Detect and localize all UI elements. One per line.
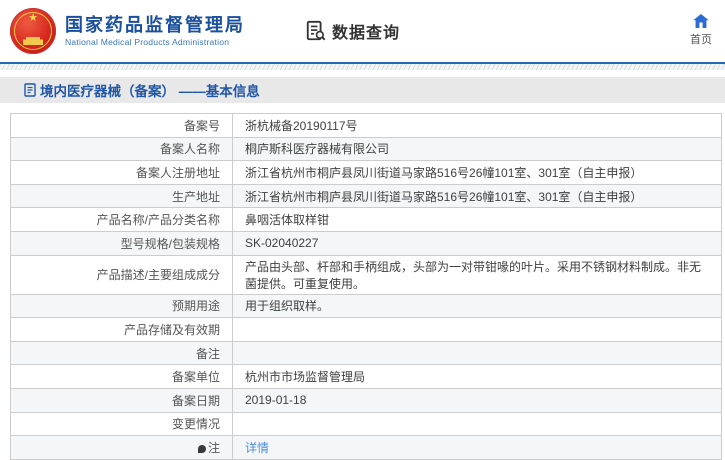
table-row: 注详情 bbox=[10, 435, 722, 460]
brand-subtitle: National Medical Products Administration bbox=[65, 37, 230, 47]
row-value: 浙江省杭州市桐庐县凤川街道马家路516号26幢101室、301室（自主申报） bbox=[232, 183, 722, 209]
row-value bbox=[232, 411, 722, 437]
row-value: 鼻咽活体取样钳 bbox=[232, 207, 722, 232]
brand-title: 国家药品监督管理局 bbox=[65, 15, 245, 35]
table-row: 产品描述/主要组成成分 产品由头部、杆部和手柄组成，头部为一对带钳喙的叶片。采用不… bbox=[10, 254, 722, 295]
note-dot-icon bbox=[197, 444, 206, 453]
row-label: 预期用途 bbox=[10, 293, 233, 319]
row-value: 杭州市市场监督管理局 bbox=[232, 364, 722, 389]
nav-data-query[interactable]: 数据查询 bbox=[305, 19, 400, 43]
row-label: 备案单位 bbox=[10, 364, 233, 389]
row-label: 产品描述/主要组成成分 bbox=[10, 254, 233, 295]
details-link[interactable]: 详情 bbox=[245, 441, 269, 455]
page-header: 国家药品监督管理局 National Medical Products Admi… bbox=[0, 0, 725, 62]
row-label: 产品名称/产品分类名称 bbox=[10, 207, 233, 232]
row-value: 2019-01-18 bbox=[232, 387, 722, 413]
table-row: 备注 bbox=[10, 340, 722, 366]
row-label: 产品存储及有效期 bbox=[10, 317, 233, 342]
table-row: 备案单位 杭州市市场监督管理局 bbox=[10, 364, 722, 389]
table-row: 备案日期 2019-01-18 bbox=[10, 387, 722, 413]
home-button[interactable]: 首页 bbox=[684, 14, 718, 48]
table-row: 生产地址 浙江省杭州市桐庐县凤川街道马家路516号26幢101室、301室（自主申… bbox=[10, 183, 722, 209]
row-label: 备注 bbox=[10, 340, 233, 366]
row-label: 备案人名称 bbox=[10, 136, 233, 162]
row-label: 生产地址 bbox=[10, 183, 233, 209]
table-row: 备案号 浙杭械备20190117号 bbox=[10, 113, 722, 138]
table-row: 预期用途 用于组织取样。 bbox=[10, 293, 722, 319]
row-value: 浙江省杭州市桐庐县凤川街道马家路516号26幢101室、301室（自主申报） bbox=[232, 160, 722, 185]
table-row: 备案人注册地址 浙江省杭州市桐庐县凤川街道马家路516号26幢101室、301室（… bbox=[10, 160, 722, 185]
table-row: 型号规格/包装规格 SK-02040227 bbox=[10, 230, 722, 256]
table-row: 产品名称/产品分类名称 鼻咽活体取样钳 bbox=[10, 207, 722, 232]
row-label: 注 bbox=[10, 435, 233, 460]
national-emblem-logo bbox=[10, 8, 56, 54]
row-label: 备案号 bbox=[10, 113, 233, 138]
page-doc-icon bbox=[24, 83, 36, 97]
row-label: 备案人注册地址 bbox=[10, 160, 233, 185]
table-row: 备案人名称 桐庐斯科医疗器械有限公司 bbox=[10, 136, 722, 162]
row-value bbox=[232, 317, 722, 342]
table-row: 产品存储及有效期 bbox=[10, 317, 722, 342]
row-label: 备案日期 bbox=[10, 387, 233, 413]
section-title-bar: 境内医疗器械（备案） ——基本信息 bbox=[0, 77, 725, 103]
home-icon bbox=[693, 14, 709, 28]
document-search-icon bbox=[306, 20, 326, 41]
row-value: 浙杭械备20190117号 bbox=[232, 113, 722, 138]
row-label: 型号规格/包装规格 bbox=[10, 230, 233, 256]
row-value: SK-02040227 bbox=[232, 230, 722, 256]
home-label: 首页 bbox=[690, 34, 712, 46]
row-label: 变更情况 bbox=[10, 411, 233, 437]
row-value: 详情 bbox=[232, 435, 722, 460]
table-row: 变更情况 bbox=[10, 411, 722, 437]
nav-data-query-label: 数据查询 bbox=[332, 25, 401, 42]
brand-block: 国家药品监督管理局 National Medical Products Admi… bbox=[65, 14, 245, 48]
page-title: 境内医疗器械（备案） ——基本信息 bbox=[40, 84, 260, 99]
row-value: 桐庐斯科医疗器械有限公司 bbox=[232, 136, 722, 162]
row-value bbox=[232, 340, 722, 366]
row-value: 产品由头部、杆部和手柄组成，头部为一对带钳喙的叶片。采用不锈钢材料制成。非无菌提… bbox=[232, 254, 722, 295]
record-info-table: 备案号 浙杭械备20190117号 备案人名称 桐庐斯科医疗器械有限公司 备案人注册地址… bbox=[10, 113, 722, 460]
row-value: 用于组织取样。 bbox=[232, 293, 722, 319]
